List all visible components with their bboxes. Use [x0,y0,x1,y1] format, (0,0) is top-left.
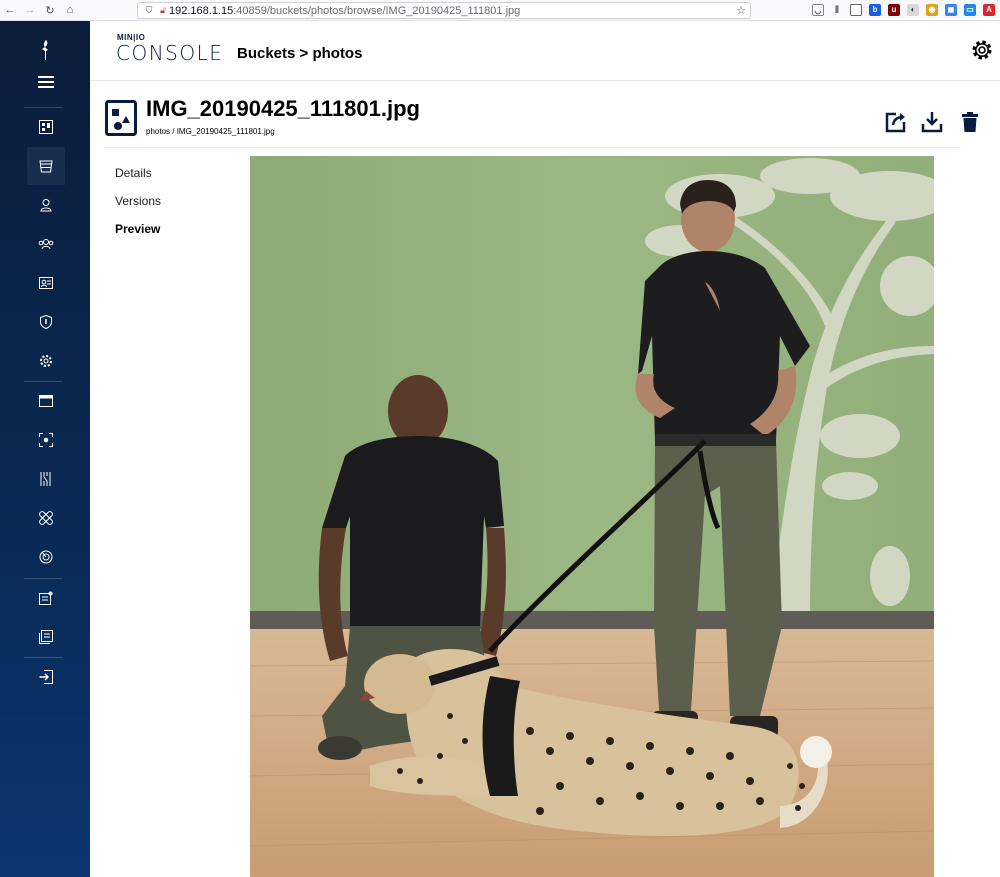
address-bar[interactable]: ⛉ 🔓︎ 192.168.1.15:40859/buckets/photos/b… [137,2,751,19]
trace-icon[interactable] [27,460,65,498]
ublock-icon[interactable]: u [888,4,900,16]
logs-icon[interactable] [27,579,65,617]
sidebar-toggle-icon[interactable] [850,4,862,16]
object-title: IMG_20190425_111801.jpg [146,96,420,121]
gear-icon[interactable] [970,38,994,62]
object-path: photos / IMG_20190425_111801.jpg [146,127,275,136]
dashboard-icon[interactable] [27,108,65,146]
download-icon[interactable] [920,110,944,134]
user-icon[interactable] [27,186,65,224]
service-account-icon[interactable] [27,264,65,302]
tab-details[interactable]: Details [115,166,161,194]
bitwarden-icon[interactable]: b [869,4,881,16]
pocket-icon[interactable]: ◡ [812,4,824,16]
back-icon[interactable]: ← [0,0,20,21]
home-icon[interactable]: ⌂ [60,0,80,21]
object-file-icon [105,100,137,136]
preview-photo [250,156,934,877]
share-icon[interactable] [884,110,908,134]
browser-toolbar: ← → ↻ ⌂ ⛉ 🔓︎ 192.168.1.15:40859/buckets/… [0,0,1000,21]
insecure-lock-icon[interactable]: 🔓︎ [157,5,169,16]
sidebar [0,21,90,877]
health-icon[interactable] [27,538,65,576]
buckets-icon[interactable] [27,147,65,185]
extension-icon-6[interactable]: ◐ [907,4,919,16]
forward-icon[interactable]: → [20,0,40,21]
delete-icon[interactable] [958,110,982,134]
groups-icon[interactable] [27,225,65,263]
policy-icon[interactable] [27,303,65,341]
breadcrumb[interactable]: Buckets > photos [237,45,362,62]
extension-icons: ◡ ⫼ b u ◐ ◉ ◼ ▭ A ≡ [812,4,1000,16]
extension-icon-9[interactable]: ▭ [964,4,976,16]
top-header: MIN|IO CONSOLE Buckets > photos [90,21,1000,81]
logout-icon[interactable] [27,658,65,696]
reload-icon[interactable]: ↻ [40,0,60,21]
extension-icon-7[interactable]: ◉ [926,4,938,16]
console-logo-text: CONSOLE [116,41,224,65]
bookmark-star-icon[interactable]: ☆ [736,4,746,17]
documentation-icon[interactable] [27,618,65,656]
extension-icon-10[interactable]: A [983,4,995,16]
extension-icon-8[interactable]: ◼ [945,4,957,16]
watch-icon[interactable] [27,421,65,459]
object-header: IMG_20190425_111801.jpg photos / IMG_201… [90,82,1000,148]
tracking-shield-icon[interactable]: ⛉ [141,5,157,16]
tab-versions[interactable]: Versions [115,194,161,222]
library-icon[interactable]: ⫼ [831,4,843,16]
settings-icon[interactable] [27,342,65,380]
tab-preview[interactable]: Preview [115,222,161,250]
heal-icon[interactable] [27,499,65,537]
header-divider [105,147,960,148]
url-path: :40859/buckets/photos/browse/IMG_2019042… [233,4,521,17]
tenants-icon[interactable] [27,382,65,420]
url-host: 192.168.1.15 [169,4,234,17]
menu-icon[interactable] [27,63,65,101]
image-preview [250,156,934,877]
object-tabs: Details Versions Preview [115,166,161,250]
